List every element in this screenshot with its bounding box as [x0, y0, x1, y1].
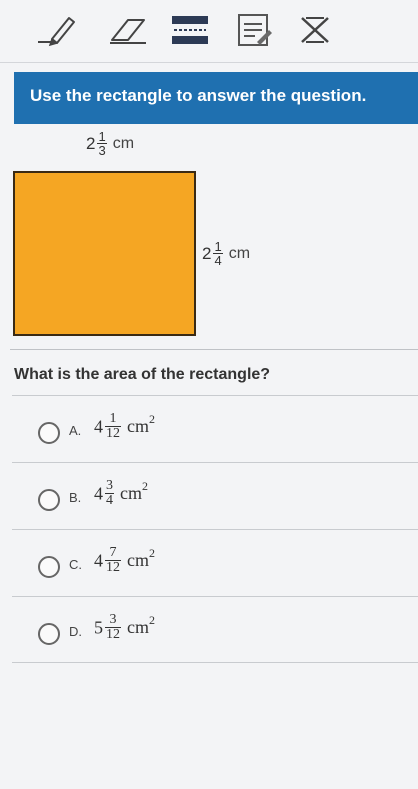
option-letter: C.	[69, 557, 82, 572]
option-numerator: 7	[105, 546, 121, 562]
height-label: 2 1 4 cm	[202, 240, 250, 267]
option-unit: cm	[127, 617, 149, 638]
width-whole: 2	[86, 133, 96, 153]
question-text: What is the area of the rectangle?	[14, 366, 271, 383]
answer-options: A. 4 1 12 cm2 B. 4 3 4 cm2 C. 4 7 12 cm2 D. 5 3 12 c…	[12, 395, 418, 663]
answer-option-d[interactable]: D. 5 3 12 cm2	[12, 596, 418, 663]
answer-eliminator-icon[interactable]	[296, 12, 336, 48]
option-letter: A.	[69, 423, 82, 438]
option-fraction: 7 12	[105, 546, 121, 575]
option-exponent: 2	[149, 412, 155, 426]
option-numerator: 3	[105, 478, 114, 495]
height-numerator: 1	[213, 239, 223, 254]
option-denominator: 12	[106, 426, 120, 442]
radio-button[interactable]	[38, 489, 60, 511]
option-unit: cm	[120, 483, 142, 504]
option-exponent: 2	[149, 613, 155, 627]
option-value: 4 7 12 cm2	[94, 546, 155, 575]
notepad-icon[interactable]	[233, 12, 277, 48]
height-whole: 2	[202, 243, 212, 263]
option-fraction: 1 12	[105, 412, 121, 441]
answer-option-c[interactable]: C. 4 7 12 cm2	[12, 529, 418, 596]
width-fraction: 13	[97, 129, 107, 158]
line-reader-icon[interactable]	[168, 12, 212, 48]
option-value: 4 1 12 cm2	[94, 412, 155, 441]
option-value: 4 3 4 cm2	[94, 479, 148, 508]
instruction-banner: Use the rectangle to answer the question…	[14, 72, 418, 124]
radio-button[interactable]	[38, 623, 60, 645]
radio-button[interactable]	[38, 556, 60, 578]
toolbar	[0, 0, 418, 60]
section-divider	[10, 349, 418, 350]
eraser-icon[interactable]	[106, 12, 150, 48]
option-letter: D.	[69, 624, 82, 639]
option-numerator: 1	[105, 412, 121, 428]
option-numerator: 3	[105, 613, 121, 629]
instruction-text: Use the rectangle to answer the question…	[30, 86, 367, 105]
height-denominator: 4	[214, 253, 222, 268]
option-exponent: 2	[142, 479, 148, 493]
rectangle-figure	[13, 171, 196, 336]
option-value: 5 3 12 cm2	[94, 613, 155, 642]
option-denominator: 4	[106, 493, 113, 509]
option-denominator: 12	[106, 627, 120, 643]
answer-option-b[interactable]: B. 4 3 4 cm2	[12, 462, 418, 529]
option-fraction: 3 12	[105, 613, 121, 642]
radio-button[interactable]	[38, 422, 60, 444]
option-whole: 4	[94, 416, 103, 437]
answer-option-a[interactable]: A. 4 1 12 cm2	[12, 395, 418, 462]
option-whole: 4	[94, 550, 103, 571]
option-exponent: 2	[149, 546, 155, 560]
option-whole: 4	[94, 483, 103, 504]
width-denominator: 3	[98, 143, 106, 158]
option-letter: B.	[69, 490, 82, 505]
option-unit: cm	[127, 416, 149, 437]
width-label: 2 1 3 cm	[86, 130, 134, 157]
height-fraction: 14	[213, 239, 223, 268]
width-unit: cm	[112, 134, 135, 152]
height-unit: cm	[228, 244, 251, 262]
option-unit: cm	[127, 550, 149, 571]
toolbar-divider	[0, 62, 418, 63]
width-numerator: 1	[97, 129, 107, 144]
option-denominator: 12	[106, 560, 120, 576]
option-whole: 5	[94, 617, 103, 638]
pencil-icon[interactable]	[34, 12, 78, 48]
option-fraction: 34	[105, 479, 114, 508]
